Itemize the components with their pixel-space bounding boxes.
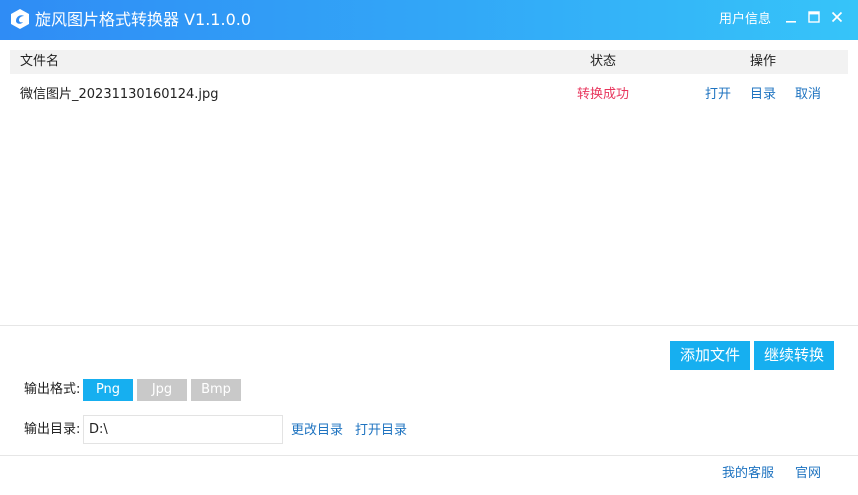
app-title: 旋风图片格式转换器 V1.1.0.0 — [35, 10, 252, 29]
column-header-filename: 文件名 — [20, 54, 60, 69]
title-bar[interactable]: 旋风图片格式转换器 V1.1.0.0 用户信息 — [0, 0, 858, 40]
minimize-icon[interactable] — [783, 9, 799, 25]
cancel-link[interactable]: 取消 — [795, 87, 821, 103]
change-dir-link[interactable]: 更改目录 — [291, 423, 343, 439]
website-link[interactable]: 官网 — [795, 466, 821, 482]
format-bmp-button[interactable]: Bmp — [191, 379, 241, 401]
divider — [0, 325, 858, 326]
table-row: 微信图片_20231130160124.jpg 转换成功 打开 目录 取消 — [10, 82, 848, 108]
open-file-link[interactable]: 打开 — [705, 87, 731, 103]
output-dir-input[interactable] — [83, 415, 283, 444]
customer-service-link[interactable]: 我的客服 — [722, 466, 774, 482]
open-dir-link[interactable]: 打开目录 — [355, 423, 407, 439]
swirl-logo-icon — [11, 9, 29, 29]
add-file-button[interactable]: 添加文件 — [670, 341, 750, 370]
column-header-ops: 操作 — [750, 54, 777, 69]
continue-convert-button[interactable]: 继续转换 — [754, 341, 834, 370]
close-icon[interactable] — [829, 9, 845, 25]
format-png-button[interactable]: Png — [83, 379, 133, 401]
user-info-link[interactable]: 用户信息 — [719, 12, 771, 28]
format-jpg-button[interactable]: Jpg — [137, 379, 187, 401]
column-header-status: 状态 — [590, 54, 617, 69]
output-dir-label: 输出目录: — [24, 422, 81, 437]
file-name: 微信图片_20231130160124.jpg — [20, 87, 219, 102]
status-text: 转换成功 — [577, 87, 630, 102]
maximize-icon[interactable] — [806, 9, 822, 25]
file-table-header: 文件名 状态 操作 — [10, 50, 848, 74]
open-folder-link[interactable]: 目录 — [750, 87, 776, 103]
output-format-label: 输出格式: — [24, 382, 81, 397]
divider — [0, 455, 858, 456]
